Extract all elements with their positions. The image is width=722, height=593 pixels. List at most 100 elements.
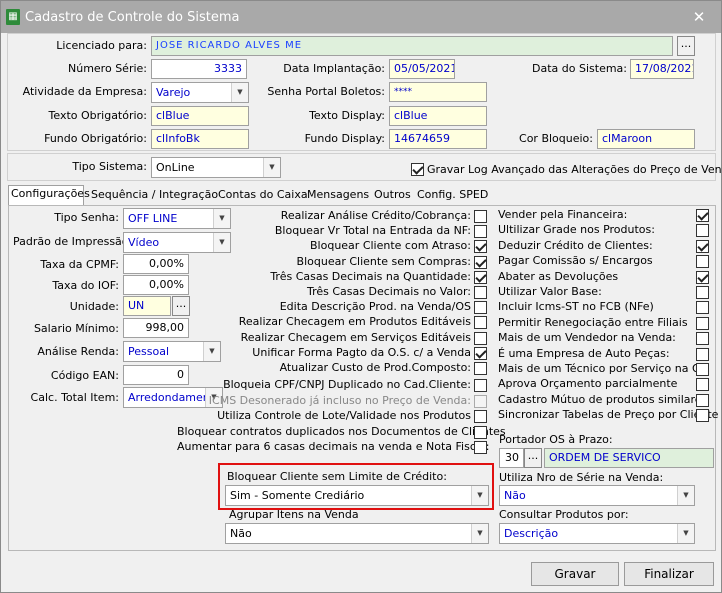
tab-sequencia-integracao[interactable]: Sequência / Integração	[89, 187, 220, 205]
right-option-4-label: Abater as Devoluções	[498, 269, 619, 283]
cpmf-field[interactable]: 0,00%	[123, 254, 189, 274]
right-option-10-checkbox[interactable]	[696, 363, 709, 376]
mid-option-7-checkbox[interactable]	[474, 316, 487, 330]
texto-obrigatorio-field[interactable]: clBlue	[151, 106, 249, 126]
mid-option-4-label: Três Casas Decimais na Quantidade:	[270, 269, 471, 283]
licenciado-field[interactable]: JOSE RICARDO ALVES ME	[151, 36, 673, 56]
nro-serie-select[interactable]: Não ▼	[499, 485, 695, 506]
close-button[interactable]: ✕	[687, 7, 711, 27]
portador-lookup-button[interactable]: ...	[524, 448, 542, 468]
tab-config-sped[interactable]: Config. SPED	[415, 187, 490, 205]
salario-minimo-label: Salario Mínimo:	[33, 322, 119, 335]
window-title: Cadastro de Controle do Sistema	[25, 10, 240, 25]
right-option-3-label: Pagar Comissão s/ Encargos	[498, 254, 653, 268]
title-bar[interactable]: ▦ Cadastro de Controle do Sistema ✕	[1, 1, 721, 33]
gravar-button[interactable]: Gravar	[531, 562, 619, 586]
mid-option-3-checkbox[interactable]	[474, 255, 487, 269]
chevron-down-icon[interactable]: ▼	[203, 342, 220, 361]
highlight-box	[218, 463, 494, 510]
fundo-display-field[interactable]: 14674659	[389, 129, 487, 149]
tipo-senha-select[interactable]: OFF LINE ▼	[123, 208, 231, 229]
tab-contas-caixa[interactable]: Contas do Caixa	[216, 187, 310, 205]
mid-option-5-checkbox[interactable]	[474, 286, 487, 299]
right-option-2-checkbox[interactable]	[696, 239, 709, 253]
wide-option-0-checkbox[interactable]	[474, 379, 487, 392]
right-option-11-checkbox[interactable]	[696, 378, 709, 392]
chevron-down-icon[interactable]: ▼	[677, 524, 694, 543]
texto-display-label: Texto Display:	[309, 109, 385, 122]
mid-option-8-checkbox[interactable]	[474, 331, 487, 345]
right-option-5-checkbox[interactable]	[696, 286, 709, 299]
numero-serie-field[interactable]: 3333	[151, 59, 247, 79]
portador-description-field[interactable]: ORDEM DE SERVICO	[544, 448, 714, 468]
right-option-8-checkbox[interactable]	[696, 332, 709, 346]
mid-option-1-checkbox[interactable]	[474, 225, 487, 239]
mid-option-4-checkbox[interactable]	[474, 270, 487, 284]
cor-bloqueio-field[interactable]: clMaroon	[597, 129, 695, 149]
chevron-down-icon[interactable]: ▼	[677, 486, 694, 505]
consultar-produtos-select[interactable]: Descrição ▼	[499, 523, 695, 544]
cor-bloqueio-label: Cor Bloqueio:	[519, 132, 593, 145]
chevron-down-icon[interactable]: ▼	[263, 158, 280, 177]
mid-option-2-checkbox[interactable]	[474, 240, 487, 254]
tipo-senha-value: OFF LINE	[128, 212, 178, 225]
data-sistema-label: Data do Sistema:	[532, 62, 627, 75]
wide-option-2-checkbox[interactable]	[474, 410, 487, 423]
tab-outros[interactable]: Outros	[372, 187, 413, 205]
licenciado-lookup-button[interactable]: ...	[677, 36, 695, 56]
analise-renda-label: Análise Renda:	[37, 345, 119, 358]
mid-option-10-checkbox[interactable]	[474, 362, 487, 375]
finalizar-button[interactable]: Finalizar	[624, 562, 714, 586]
right-option-1-label: Ultilizar Grade nos Produtos:	[498, 223, 655, 237]
gravar-log-checkbox[interactable]	[411, 163, 424, 176]
agrupar-itens-value: Não	[230, 527, 252, 540]
mid-option-9-checkbox[interactable]	[474, 346, 487, 360]
wide-option-1-checkbox	[474, 394, 487, 408]
tab-configuracoes[interactable]: Configurações	[8, 185, 90, 206]
mid-option-0-label: Realizar Análise Crédito/Cobrança:	[280, 209, 471, 222]
right-option-7-checkbox[interactable]	[696, 316, 709, 330]
mid-option-7-label: Realizar Checagem em Produtos Editáveis	[238, 315, 471, 329]
tipo-sistema-select[interactable]: OnLine ▼	[151, 157, 281, 178]
iof-field[interactable]: 0,00%	[123, 275, 189, 295]
mid-option-6-checkbox[interactable]	[474, 301, 487, 315]
portador-code-field[interactable]: 30	[499, 448, 524, 468]
analise-renda-select[interactable]: Pessoal ▼	[123, 341, 221, 362]
right-option-13-label: Sincronizar Tabelas de Preço por Cliente	[498, 408, 719, 422]
tab-mensagens[interactable]: Mensagens	[305, 187, 371, 205]
salario-minimo-field[interactable]: 998,00	[123, 318, 189, 338]
right-option-9-checkbox[interactable]	[696, 347, 709, 361]
senha-portal-field[interactable]: ****	[389, 82, 487, 102]
atividade-select[interactable]: Varejo ▼	[151, 82, 249, 103]
wide-option-4-checkbox[interactable]	[474, 441, 487, 454]
mid-option-0-checkbox[interactable]	[474, 210, 487, 223]
right-option-6-checkbox[interactable]	[696, 301, 709, 315]
padrao-impressao-select[interactable]: Vídeo ▼	[123, 232, 231, 253]
right-option-13-checkbox[interactable]	[696, 409, 709, 423]
right-option-4-checkbox[interactable]	[696, 270, 709, 284]
chevron-down-icon[interactable]: ▼	[213, 209, 230, 228]
right-option-10-label: Mais de um Técnico por Serviço na OS	[498, 362, 708, 375]
padrao-impressao-label: Padrão de Impressão:	[13, 235, 133, 248]
right-option-3-checkbox[interactable]	[696, 255, 709, 269]
data-sistema-field[interactable]: 17/08/2021	[630, 59, 694, 79]
unidade-lookup-button[interactable]: ...	[172, 296, 190, 316]
data-implantacao-field[interactable]: 05/05/2021	[389, 59, 455, 79]
mid-option-5-label: Três Casas Decimais no Valor:	[306, 285, 471, 298]
wide-option-0-label: Bloqueia CPF/CNPJ Duplicado no Cad.Clien…	[223, 378, 471, 391]
chevron-down-icon[interactable]: ▼	[231, 83, 248, 102]
right-option-1-checkbox[interactable]	[696, 224, 709, 238]
right-option-2-label: Deduzir Crédito de Clientes:	[498, 238, 653, 252]
unidade-field[interactable]: UN	[123, 296, 171, 316]
chevron-down-icon[interactable]: ▼	[471, 524, 488, 543]
right-option-0-checkbox[interactable]	[696, 209, 709, 222]
right-option-8-label: Mais de um Vendedor na Venda:	[498, 331, 676, 345]
fundo-obrigatorio-field[interactable]: clInfoBk	[151, 129, 249, 149]
right-option-12-checkbox[interactable]	[696, 393, 709, 407]
atividade-value: Varejo	[156, 86, 191, 99]
texto-display-field[interactable]: clBlue	[389, 106, 487, 126]
chevron-down-icon[interactable]: ▼	[213, 233, 230, 252]
mid-option-9-label: Unificar Forma Pagto da O.S. c/ a Venda	[252, 345, 471, 359]
agrupar-itens-select[interactable]: Não ▼	[225, 523, 489, 544]
wide-option-3-checkbox[interactable]	[474, 425, 487, 439]
